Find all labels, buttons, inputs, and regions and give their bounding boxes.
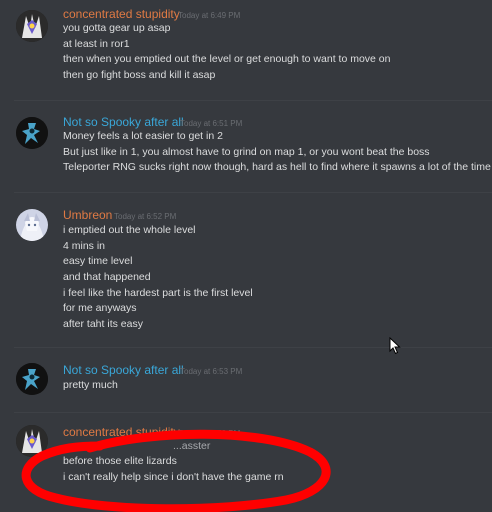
message-line: pretty much [63,379,118,391]
timestamp: Today at 6:51 PM [180,119,243,128]
message-line: But just like in 1, you almost have to g… [63,145,430,158]
avatar[interactable] [16,363,48,395]
message-line: after taht its easy [63,318,143,331]
mouse-cursor-icon [389,337,401,355]
message-divider [14,192,492,193]
avatar[interactable] [16,209,48,241]
message-line: i emptied out the whole level [63,224,196,236]
message-content: i emptied out the whole level 4 mins in … [63,223,253,333]
message-line: Teleporter RNG sucks right now though, h… [63,161,491,174]
username[interactable]: concentrated stupidity [63,425,180,439]
avatar[interactable] [16,425,48,457]
avatar[interactable] [16,117,48,149]
timestamp: Today at 6:49 PM [178,11,241,20]
message-line: then when you emptied out the level or g… [63,53,391,66]
message-content: Money feels a lot easier to get in 2 But… [63,129,491,176]
message-line: then go fight boss and kill it asap [63,69,216,82]
message-line: and that happened [63,271,151,284]
timestamp: Today at 6:53 PM [180,367,243,376]
message-content: ...asster before those elite lizards i c… [63,439,284,485]
message-divider [14,412,492,413]
timestamp: Today at 6:53 PM [178,429,241,438]
message-line: 4 mins in [63,239,106,252]
partial-message-line: ...asster [173,440,211,452]
message-line: at least in ror1 [63,37,130,50]
message-line: you gotta gear up asap [63,22,171,34]
message-content: pretty much [63,378,118,394]
message-line: i can't really help since i don't have t… [63,470,284,483]
message-divider [14,100,492,101]
message-line: Money feels a lot easier to get in 2 [63,130,223,142]
message-divider [14,347,492,348]
username[interactable]: concentrated stupidity [63,7,180,21]
message-content: you gotta gear up asap at least in ror1 … [63,21,390,84]
message-line: i feel like the hardest part is the firs… [63,286,253,299]
timestamp: Today at 6:52 PM [114,212,177,221]
username[interactable]: Not so Spooky after all [63,115,184,129]
chat-message-list: concentrated stupidity Today at 6:49 PM … [0,0,492,512]
username[interactable]: Not so Spooky after all [63,363,184,377]
username[interactable]: Umbreon [63,208,112,222]
avatar[interactable] [16,10,48,42]
message-line: easy time level [63,255,133,268]
message-line: for me anyways [63,302,137,315]
message-line: before those elite lizards [63,455,177,467]
